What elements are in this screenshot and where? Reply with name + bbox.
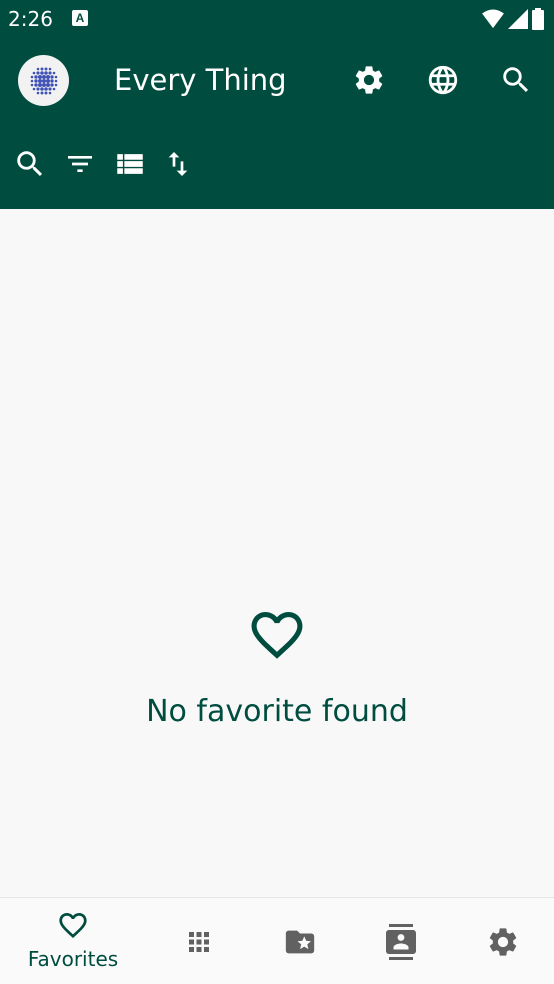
status-bar: 2:26 A: [0, 0, 554, 36]
nav-favorites[interactable]: Favorites: [18, 898, 128, 984]
sort-button[interactable]: [160, 146, 196, 182]
language-button[interactable]: [423, 60, 463, 100]
folder-star-icon: [285, 930, 315, 953]
app-title: Every Thing: [114, 63, 287, 97]
empty-state: No favorite found: [0, 612, 554, 729]
gear-icon: [355, 66, 383, 94]
bottom-navigation: Favorites: [0, 897, 554, 984]
globe-icon: [428, 65, 458, 95]
notification-a-icon: A: [72, 10, 88, 26]
app-bar: Every Thing: [0, 36, 554, 209]
search-icon: [17, 151, 43, 177]
nav-contacts[interactable]: [346, 898, 456, 984]
heart-outline-icon: [251, 612, 303, 659]
nav-settings[interactable]: [448, 898, 554, 984]
filter-search-button[interactable]: [12, 146, 48, 182]
gear-icon: [489, 927, 517, 956]
apps-grid-icon: [189, 931, 209, 952]
status-icons: [482, 8, 544, 30]
wifi-icon: [482, 9, 504, 29]
contacts-icon: [386, 923, 416, 960]
battery-icon: [532, 8, 544, 30]
dots-logo-icon: [30, 67, 57, 94]
empty-message: No favorite found: [146, 694, 408, 729]
filter-icon: [68, 156, 92, 172]
signal-icon: [508, 9, 528, 29]
nav-favorites-label: Favorites: [27, 946, 119, 971]
app-logo[interactable]: [18, 55, 69, 106]
nav-apps[interactable]: [144, 898, 254, 984]
status-time: 2:26: [8, 7, 53, 31]
filter-button[interactable]: [62, 146, 98, 182]
list-view-icon: [117, 154, 143, 174]
heart-outline-icon: [59, 912, 87, 938]
sort-arrows-icon: [168, 152, 188, 176]
settings-button[interactable]: [349, 60, 389, 100]
search-button[interactable]: [496, 60, 536, 100]
view-list-button[interactable]: [112, 146, 148, 182]
nav-folders[interactable]: [245, 898, 355, 984]
search-icon: [503, 67, 529, 93]
